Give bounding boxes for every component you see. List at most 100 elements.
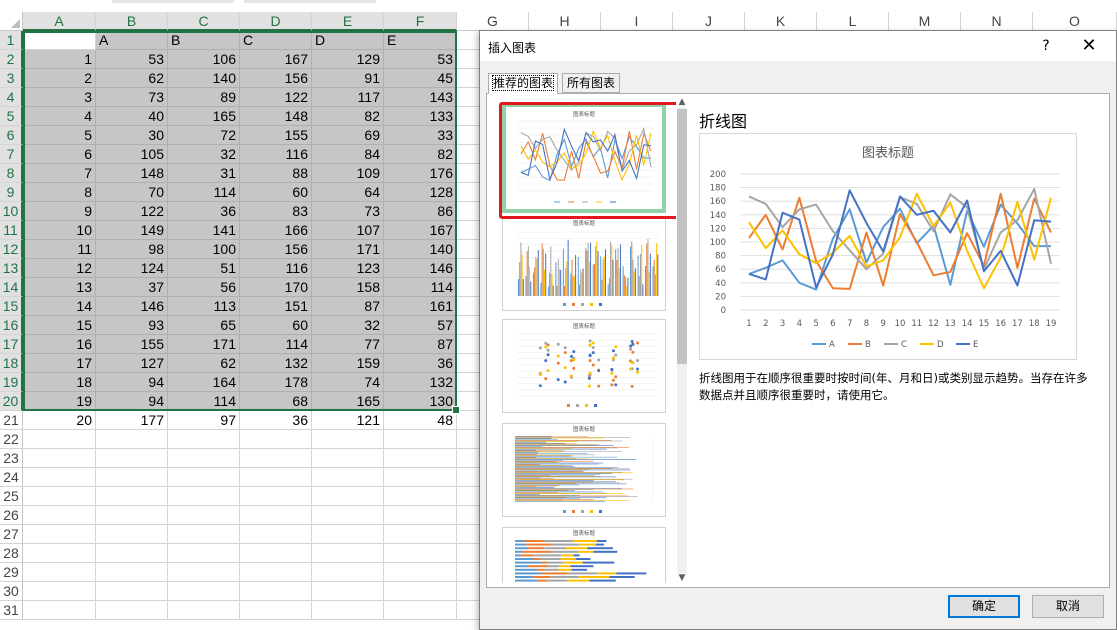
cell-A18[interactable]: 17	[23, 354, 96, 373]
cell-F28[interactable]	[384, 544, 457, 563]
cell-A15[interactable]: 14	[23, 297, 96, 316]
row-header-10[interactable]: 10	[0, 202, 23, 221]
cell-C5[interactable]: 165	[168, 107, 240, 126]
cell-E24[interactable]	[312, 468, 384, 487]
cell-E11[interactable]: 107	[312, 221, 384, 240]
cell-A14[interactable]: 13	[23, 278, 96, 297]
thumb-bar-chart[interactable]: 图表标题	[502, 423, 666, 517]
cell-C14[interactable]: 56	[168, 278, 240, 297]
cell-F16[interactable]: 57	[384, 316, 457, 335]
cell-A2[interactable]: 1	[23, 50, 96, 69]
cell-D15[interactable]: 151	[240, 297, 312, 316]
cell-A19[interactable]: 18	[23, 373, 96, 392]
recommended-chart-list[interactable]: 图表标题 图表标题 图表标题 图表标题 图表标题	[490, 97, 682, 583]
cell-A4[interactable]: 3	[23, 88, 96, 107]
cell-B8[interactable]: 148	[96, 164, 168, 183]
cell-D10[interactable]: 83	[240, 202, 312, 221]
cell-F17[interactable]: 87	[384, 335, 457, 354]
column-header-F[interactable]: F	[384, 12, 457, 31]
column-header-D[interactable]: D	[240, 12, 312, 31]
cell-B21[interactable]: 177	[96, 411, 168, 430]
row-header-7[interactable]: 7	[0, 145, 23, 164]
row-header-3[interactable]: 3	[0, 69, 23, 88]
cell-E20[interactable]: 165	[312, 392, 384, 411]
cell-D6[interactable]: 155	[240, 126, 312, 145]
cell-E18[interactable]: 159	[312, 354, 384, 373]
cell-F10[interactable]: 86	[384, 202, 457, 221]
close-button[interactable]: ✕	[1078, 35, 1100, 57]
cell-B25[interactable]	[96, 487, 168, 506]
cell-F18[interactable]: 36	[384, 354, 457, 373]
thumb-scatter-chart[interactable]: 图表标题	[502, 319, 666, 413]
row-header-6[interactable]: 6	[0, 126, 23, 145]
cell-B26[interactable]	[96, 506, 168, 525]
cell-F23[interactable]	[384, 449, 457, 468]
cell-C24[interactable]	[168, 468, 240, 487]
cancel-button[interactable]: 取消	[1032, 595, 1104, 618]
cell-B17[interactable]: 155	[96, 335, 168, 354]
cell-A5[interactable]: 4	[23, 107, 96, 126]
cell-F26[interactable]	[384, 506, 457, 525]
cell-A21[interactable]: 20	[23, 411, 96, 430]
cell-C23[interactable]	[168, 449, 240, 468]
row-header-16[interactable]: 16	[0, 316, 23, 335]
row-header-15[interactable]: 15	[0, 297, 23, 316]
cell-C29[interactable]	[168, 563, 240, 582]
column-header-B[interactable]: B	[96, 12, 168, 31]
row-header-21[interactable]: 21	[0, 411, 23, 430]
row-header-27[interactable]: 27	[0, 525, 23, 544]
cell-C12[interactable]: 100	[168, 240, 240, 259]
cell-E28[interactable]	[312, 544, 384, 563]
cell-B12[interactable]: 98	[96, 240, 168, 259]
cell-B20[interactable]: 94	[96, 392, 168, 411]
cell-B6[interactable]: 30	[96, 126, 168, 145]
cell-C30[interactable]	[168, 582, 240, 601]
row-header-22[interactable]: 22	[0, 430, 23, 449]
cell-E17[interactable]: 77	[312, 335, 384, 354]
column-header-A[interactable]: A	[23, 12, 96, 31]
cell-E10[interactable]: 73	[312, 202, 384, 221]
row-header-29[interactable]: 29	[0, 563, 23, 582]
cell-F29[interactable]	[384, 563, 457, 582]
thumb-stacked-bar-chart[interactable]: 图表标题	[502, 527, 666, 583]
row-header-2[interactable]: 2	[0, 50, 23, 69]
cell-B2[interactable]: 53	[96, 50, 168, 69]
row-header-25[interactable]: 25	[0, 487, 23, 506]
cell-B4[interactable]: 73	[96, 88, 168, 107]
cell-A26[interactable]	[23, 506, 96, 525]
cell-C19[interactable]: 164	[168, 373, 240, 392]
cell-D5[interactable]: 148	[240, 107, 312, 126]
cell-C4[interactable]: 89	[168, 88, 240, 107]
cell-A29[interactable]	[23, 563, 96, 582]
column-header-J[interactable]: J	[673, 12, 745, 31]
cell-B1[interactable]: A	[96, 31, 168, 50]
column-header-I[interactable]: I	[601, 12, 673, 31]
cell-D12[interactable]: 156	[240, 240, 312, 259]
cell-F7[interactable]: 82	[384, 145, 457, 164]
cell-E26[interactable]	[312, 506, 384, 525]
cell-E16[interactable]: 32	[312, 316, 384, 335]
cell-A22[interactable]	[23, 430, 96, 449]
cell-D29[interactable]	[240, 563, 312, 582]
cell-A28[interactable]	[23, 544, 96, 563]
thumb-line-chart[interactable]: 图表标题	[502, 103, 666, 213]
cell-B9[interactable]: 70	[96, 183, 168, 202]
cell-E15[interactable]: 87	[312, 297, 384, 316]
cell-D14[interactable]: 170	[240, 278, 312, 297]
cell-C8[interactable]: 31	[168, 164, 240, 183]
cell-C15[interactable]: 113	[168, 297, 240, 316]
column-header-N[interactable]: N	[961, 12, 1033, 31]
cell-E23[interactable]	[312, 449, 384, 468]
cell-E5[interactable]: 82	[312, 107, 384, 126]
cell-F25[interactable]	[384, 487, 457, 506]
cell-B24[interactable]	[96, 468, 168, 487]
help-button[interactable]: ?	[1036, 35, 1056, 57]
cell-D16[interactable]: 60	[240, 316, 312, 335]
row-header-31[interactable]: 31	[0, 601, 23, 620]
cell-F30[interactable]	[384, 582, 457, 601]
cell-D1[interactable]: C	[240, 31, 312, 50]
cell-D13[interactable]: 116	[240, 259, 312, 278]
cell-D30[interactable]	[240, 582, 312, 601]
column-header-C[interactable]: C	[168, 12, 240, 31]
row-header-24[interactable]: 24	[0, 468, 23, 487]
